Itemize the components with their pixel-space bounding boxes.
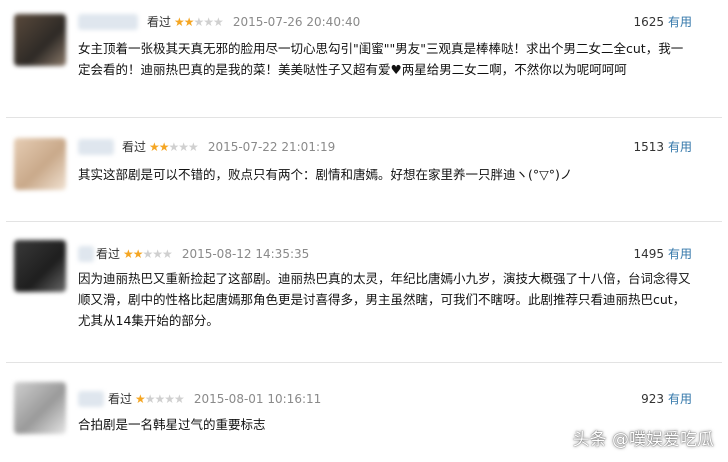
useful-button[interactable]: 有用 <box>668 15 692 29</box>
user-avatar[interactable] <box>14 240 66 292</box>
useful-vote: 923 有用 <box>641 391 692 407</box>
watched-label: 看过 <box>122 140 147 154</box>
useful-count: 1513 <box>633 140 664 154</box>
useful-vote: 1513 有用 <box>633 139 692 155</box>
review-time: 2015-07-22 21:01:19 <box>207 140 336 154</box>
user-name-blurred[interactable] <box>78 246 94 262</box>
user-name-blurred[interactable] <box>78 391 104 407</box>
review-time: 2015-08-01 10:16:11 <box>193 392 322 406</box>
rating-stars: ★★★★★ <box>174 14 224 30</box>
review-text: 女主顶着一张极其天真无邪的脸用尽一切心思勾引"闺蜜""男友"三观真是棒棒哒！求出… <box>78 41 684 77</box>
useful-button[interactable]: 有用 <box>668 392 692 406</box>
rating-stars: ★★★★★ <box>123 246 173 262</box>
review-meta: 看过 ★★★★★ 2015-07-26 20:40:40 <box>147 14 360 30</box>
star-empty-icon: ★★★ <box>168 140 199 154</box>
rating-stars: ★★★★★ <box>149 139 199 155</box>
watched-label: 看过 <box>96 247 121 261</box>
useful-vote: 1495 有用 <box>633 246 692 262</box>
star-filled-icon: ★★ <box>149 140 169 154</box>
user-avatar[interactable] <box>14 382 66 434</box>
divider <box>6 221 722 222</box>
useful-vote: 1625 有用 <box>633 14 692 30</box>
review-meta: 看过 ★★★★★ 2015-08-01 10:16:11 <box>108 391 321 407</box>
user-avatar[interactable] <box>14 138 66 190</box>
divider <box>6 362 722 363</box>
star-filled-icon: ★ <box>135 392 146 406</box>
useful-count: 1625 <box>633 15 664 29</box>
star-empty-icon: ★★★★ <box>144 392 185 406</box>
review-meta: 看过 ★★★★★ 2015-07-22 21:01:19 <box>122 139 335 155</box>
useful-count: 923 <box>641 392 664 406</box>
useful-count: 1495 <box>633 247 664 261</box>
user-name-blurred[interactable] <box>78 14 138 30</box>
watched-label: 看过 <box>147 15 172 29</box>
watched-label: 看过 <box>108 392 133 406</box>
useful-button[interactable]: 有用 <box>668 140 692 154</box>
user-name-blurred[interactable] <box>78 139 114 155</box>
review-meta: 看过 ★★★★★ 2015-08-12 14:35:35 <box>96 246 309 262</box>
rating-stars: ★★★★★ <box>135 391 185 407</box>
review-text: 其实这部剧是可以不错的，败点只有两个：剧情和唐嫣。好想在家里养一只胖迪ヽ(°▽°… <box>78 167 573 182</box>
user-avatar[interactable] <box>14 14 66 66</box>
star-filled-icon: ★★ <box>123 247 143 261</box>
star-empty-icon: ★★★ <box>142 247 173 261</box>
watermark: 头条 @噗娱爱吃瓜 <box>572 430 714 450</box>
star-filled-icon: ★★ <box>174 15 194 29</box>
review-time: 2015-07-26 20:40:40 <box>232 15 361 29</box>
review-text: 因为迪丽热巴又重新捡起了这部剧。迪丽热巴真的太灵，年纪比唐嫣小九岁，演技大概强了… <box>78 271 691 328</box>
review-time: 2015-08-12 14:35:35 <box>181 247 310 261</box>
star-empty-icon: ★★★ <box>193 15 224 29</box>
useful-button[interactable]: 有用 <box>668 247 692 261</box>
divider <box>6 117 722 118</box>
